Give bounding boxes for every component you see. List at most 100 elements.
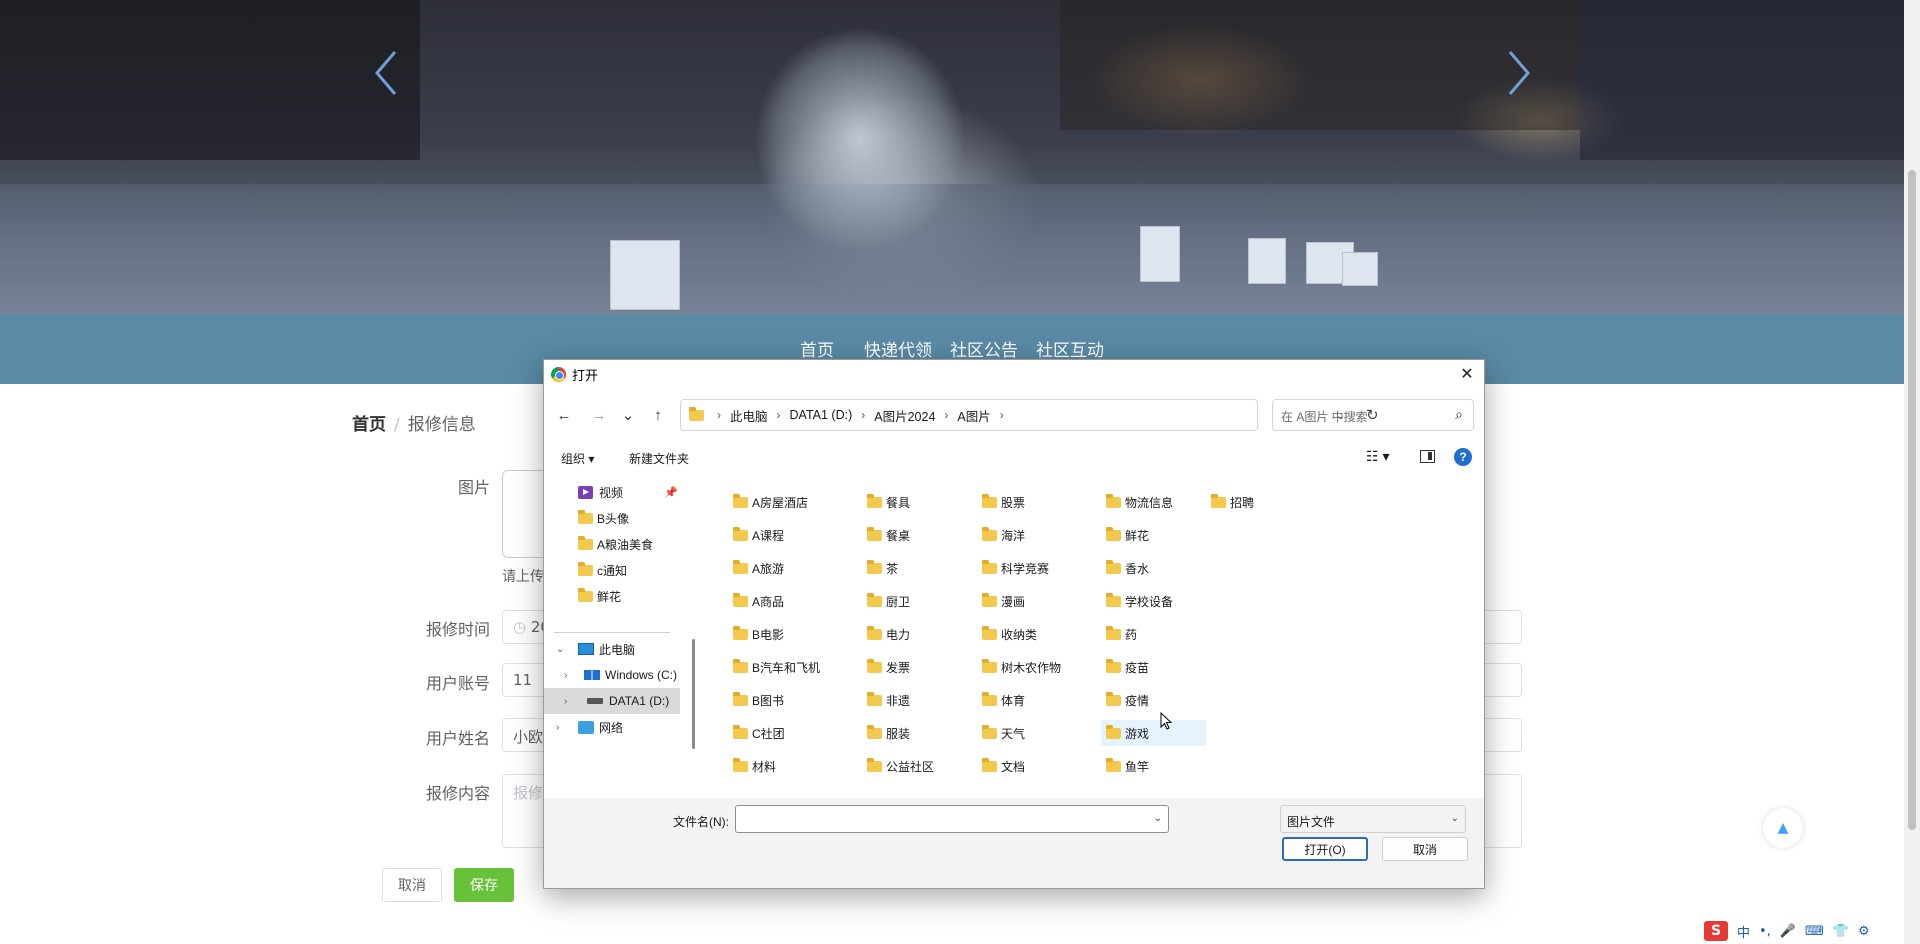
folder-item[interactable]: 树木农作物 bbox=[977, 654, 1087, 680]
ime-punctuation-icon[interactable]: •, bbox=[1759, 924, 1771, 939]
folder-item[interactable]: 漫画 bbox=[977, 588, 1087, 614]
sidebar-item-data1-d[interactable]: › DATA1 (D:) bbox=[544, 688, 680, 714]
folder-item[interactable]: B汽车和飞机 bbox=[728, 654, 848, 680]
folder-item[interactable]: 茶 bbox=[862, 555, 972, 581]
view-options-icon[interactable]: ☷ ▾ bbox=[1366, 448, 1389, 465]
folder-item[interactable]: 体育 bbox=[977, 687, 1087, 713]
address-row: ← → ⌄ ↑ › 此电脑 › DATA1 (D:) › A图片2024 › A… bbox=[544, 399, 1484, 431]
folder-item[interactable]: 公益社区 bbox=[862, 753, 972, 779]
breadcrumb-chevron-icon[interactable]: › bbox=[1000, 408, 1004, 422]
sogou-ime-logo[interactable]: S bbox=[1704, 921, 1728, 941]
back-arrow-icon[interactable]: ← bbox=[554, 405, 574, 425]
folder-item[interactable]: A旅游 bbox=[728, 555, 848, 581]
nav-home[interactable]: 首页 bbox=[800, 336, 834, 361]
tools-icon[interactable]: ⚙ bbox=[1858, 924, 1870, 939]
breadcrumb-chevron-icon[interactable]: › bbox=[944, 408, 948, 422]
breadcrumb-chevron-icon[interactable]: › bbox=[777, 408, 781, 422]
scrollbar-thumb[interactable] bbox=[692, 639, 695, 749]
back-to-top-button[interactable]: ▲ bbox=[1763, 808, 1803, 848]
folder-item[interactable]: 香水 bbox=[1101, 555, 1206, 581]
folder-item[interactable]: 文档 bbox=[977, 753, 1087, 779]
save-button[interactable]: 保存 bbox=[454, 868, 514, 902]
skin-icon[interactable]: 👕 bbox=[1833, 924, 1849, 939]
nav-interaction[interactable]: 社区互动 bbox=[1036, 336, 1104, 361]
path-images-2024[interactable]: A图片2024 bbox=[874, 406, 935, 425]
carousel-prev-icon[interactable] bbox=[373, 50, 399, 96]
folder-item[interactable]: B图书 bbox=[728, 687, 848, 713]
sidebar-divider bbox=[554, 632, 670, 633]
recent-locations-icon[interactable]: ⌄ bbox=[618, 405, 638, 425]
sidebar-item-flowers[interactable]: 鲜花 bbox=[544, 583, 680, 609]
folder-item[interactable]: 收纳类 bbox=[977, 621, 1087, 647]
folder-item[interactable]: 鱼竿 bbox=[1101, 753, 1206, 779]
folder-item[interactable]: 厨卫 bbox=[862, 588, 972, 614]
folder-item[interactable]: 发票 bbox=[862, 654, 972, 680]
folder-item[interactable]: 游戏 bbox=[1101, 720, 1206, 746]
folder-item[interactable]: 海洋 bbox=[977, 522, 1087, 548]
folder-label: 科学竞赛 bbox=[1001, 561, 1050, 576]
scrollbar-thumb[interactable] bbox=[1908, 170, 1916, 830]
folder-item[interactable]: 材料 bbox=[728, 753, 848, 779]
folder-item[interactable]: A房屋酒店 bbox=[728, 489, 848, 515]
folder-item[interactable]: 疫苗 bbox=[1101, 654, 1206, 680]
forward-arrow-icon[interactable]: → bbox=[589, 405, 609, 425]
organize-menu[interactable]: 组织 ▾ bbox=[561, 450, 594, 467]
close-icon[interactable]: ✕ bbox=[1456, 363, 1478, 385]
folder-item[interactable]: 天气 bbox=[977, 720, 1087, 746]
open-button[interactable]: 打开(O) bbox=[1282, 837, 1368, 861]
help-icon[interactable]: ? bbox=[1454, 448, 1472, 466]
folder-item[interactable]: A商品 bbox=[728, 588, 848, 614]
folder-item[interactable]: 电力 bbox=[862, 621, 972, 647]
folder-item[interactable]: 服装 bbox=[862, 720, 972, 746]
sidebar-item-notice[interactable]: c通知 bbox=[544, 557, 680, 583]
folder-item[interactable]: 药 bbox=[1101, 621, 1206, 647]
nav-announcement[interactable]: 社区公告 bbox=[950, 336, 1018, 361]
filetype-select[interactable]: 图片文件 ⌄ bbox=[1280, 805, 1466, 833]
breadcrumb-chevron-icon[interactable]: › bbox=[861, 408, 865, 422]
chevron-down-icon[interactable]: ⌄ bbox=[1154, 813, 1162, 824]
folder-item[interactable]: 疫情 bbox=[1101, 687, 1206, 713]
folder-item[interactable]: 餐具 bbox=[862, 489, 972, 515]
path-images[interactable]: A图片 bbox=[957, 406, 990, 425]
chevron-right-icon[interactable]: › bbox=[556, 722, 559, 733]
folder-item[interactable]: 股票 bbox=[977, 489, 1087, 515]
sidebar-item-videos[interactable]: 视频 📌 bbox=[544, 479, 680, 505]
folder-item[interactable]: 学校设备 bbox=[1101, 588, 1206, 614]
address-bar[interactable]: › 此电脑 › DATA1 (D:) › A图片2024 › A图片 › ⌄ ↻ bbox=[680, 399, 1379, 431]
sidebar-item-avatar[interactable]: B头像 bbox=[544, 505, 680, 531]
microphone-icon[interactable]: 🎤 bbox=[1780, 924, 1796, 939]
breadcrumb-home[interactable]: 首页 bbox=[352, 415, 386, 435]
folder-item[interactable]: C社团 bbox=[728, 720, 848, 746]
folder-item[interactable]: 物流信息 bbox=[1101, 489, 1206, 515]
filename-input[interactable]: ⌄ bbox=[735, 805, 1169, 833]
page-scrollbar[interactable] bbox=[1904, 0, 1920, 944]
dialog-cancel-button[interactable]: 取消 bbox=[1382, 837, 1468, 861]
folder-item[interactable]: 科学竞赛 bbox=[977, 555, 1087, 581]
carousel-next-icon[interactable] bbox=[1506, 50, 1532, 96]
sidebar-item-food[interactable]: A粮油美食 bbox=[544, 531, 680, 557]
up-arrow-icon[interactable]: ↑ bbox=[648, 405, 668, 425]
folder-item[interactable]: 非遗 bbox=[862, 687, 972, 713]
folder-item[interactable]: 餐桌 bbox=[862, 522, 972, 548]
preview-pane-icon[interactable] bbox=[1420, 450, 1435, 463]
keyboard-icon[interactable]: ⌨ bbox=[1805, 924, 1824, 939]
navigation-pane-scrollbar[interactable] bbox=[692, 479, 695, 775]
path-data1[interactable]: DATA1 (D:) bbox=[790, 408, 853, 422]
search-input[interactable]: 在 A图片 中搜索 ⌕ bbox=[1272, 399, 1474, 431]
folder-item[interactable]: 招聘 bbox=[1206, 489, 1296, 515]
folder-item[interactable]: 鲜花 bbox=[1101, 522, 1206, 548]
ime-chinese-mode[interactable]: 中 bbox=[1737, 922, 1750, 941]
chevron-right-icon[interactable]: › bbox=[564, 696, 567, 707]
sidebar-item-label: 视频 bbox=[599, 485, 624, 500]
folder-item[interactable]: A课程 bbox=[728, 522, 848, 548]
sidebar-item-network[interactable]: › 网络 bbox=[544, 714, 680, 740]
chevron-down-icon[interactable]: ⌄ bbox=[556, 644, 564, 655]
folder-item[interactable]: B电影 bbox=[728, 621, 848, 647]
chevron-right-icon[interactable]: › bbox=[564, 670, 567, 681]
nav-express[interactable]: 快递代领 bbox=[864, 336, 932, 361]
new-folder-button[interactable]: 新建文件夹 bbox=[629, 450, 689, 467]
sidebar-item-this-pc[interactable]: ⌄ 此电脑 bbox=[544, 636, 680, 662]
path-this-pc[interactable]: 此电脑 bbox=[730, 406, 768, 425]
cancel-button[interactable]: 取消 bbox=[382, 868, 442, 902]
sidebar-item-windows-c[interactable]: › Windows (C:) bbox=[544, 662, 680, 688]
